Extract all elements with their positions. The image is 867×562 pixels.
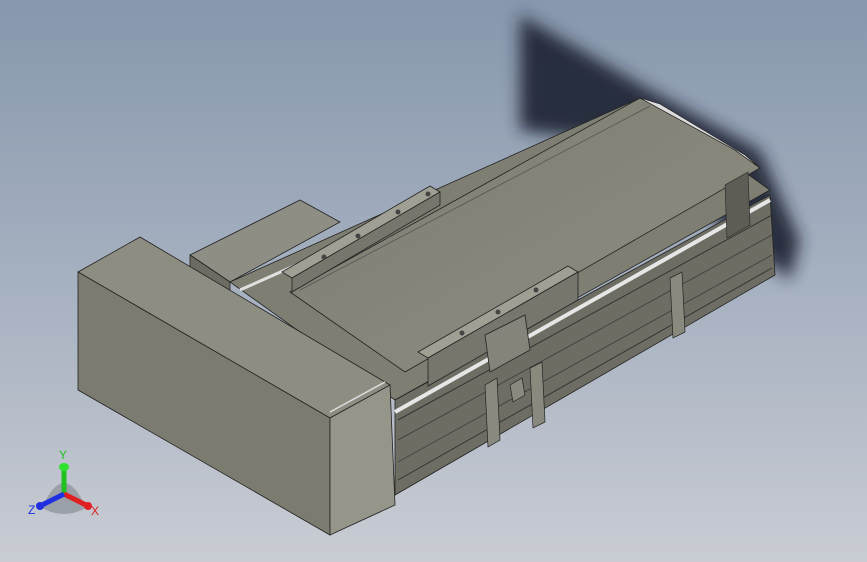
z-axis-label: Z (28, 503, 36, 517)
orientation-triad[interactable]: Y X Z (24, 448, 108, 524)
3d-model-viewport[interactable] (0, 0, 867, 562)
y-axis-label: Y (59, 448, 68, 462)
x-axis-label: X (91, 504, 100, 518)
